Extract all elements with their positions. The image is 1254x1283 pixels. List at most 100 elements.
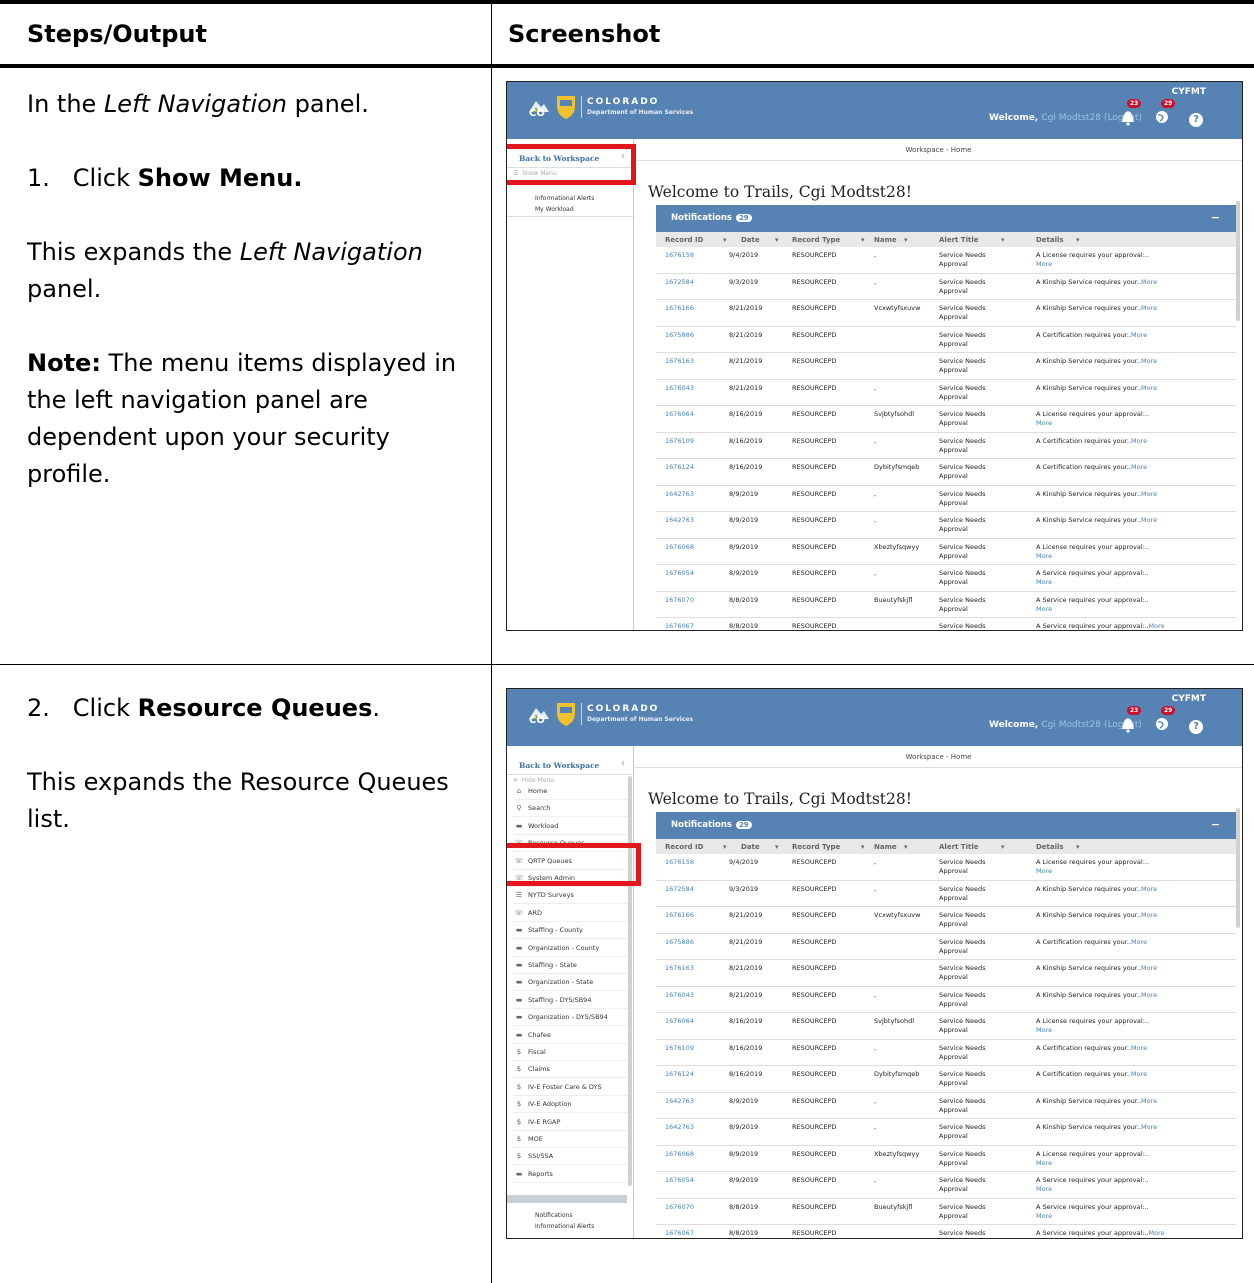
menu-item-iv-e-foster-care-dys[interactable]: $ IV-E Foster Care & DYS [513,1079,629,1096]
table-row[interactable]: 1642763 8/9/2019 RESOURCEPD, Service Needs A… [656,512,1236,539]
bell-icon[interactable] [1121,110,1135,126]
table-row[interactable]: 1676068 8/9/2019 RESOURCEPD Xbeztyfsqwyy Ser… [656,1146,1236,1172]
more-link[interactable]: More [1131,331,1147,339]
record-id-link[interactable]: 1642763 [665,1097,694,1105]
record-id-link[interactable]: 1676070 [665,1203,694,1211]
record-id-link[interactable]: 1676068 [665,1150,694,1158]
record-id-link[interactable]: 1676054 [665,1176,694,1184]
record-id-link[interactable]: 1676067 [665,1229,694,1237]
more-link[interactable]: More [1141,885,1157,893]
column-header[interactable]: Record Type [792,236,840,244]
back-to-workspace-link[interactable]: Back to Workspace [519,761,599,770]
menu-item-ard[interactable]: ☏ ARD [513,905,629,922]
globe-icon[interactable] [1155,110,1169,124]
filter-icon[interactable]: ▾ [775,236,779,244]
notifications-panel-header[interactable]: Notifications 29 − [656,812,1236,839]
notifications-link[interactable]: Notifications [535,1212,573,1219]
table-row[interactable]: 1676068 8/9/2019 RESOURCEPD Xbeztyfsqwyy Ser… [656,539,1236,565]
table-row[interactable]: 1676109 8/16/2019 RESOURCEPD, Service Needs… [656,433,1236,459]
chevron-left-icon[interactable]: ‹ [621,758,625,769]
record-id-link[interactable]: 1675886 [665,938,694,946]
my-workload-link[interactable]: My Workload [535,206,574,213]
more-link[interactable]: More [1131,437,1147,445]
column-header[interactable]: Alert Title [939,236,978,244]
menu-item-iv-e-adoption[interactable]: $ IV-E Adoption [513,1096,629,1114]
more-link[interactable]: More [1141,357,1157,365]
column-header[interactable]: Record ID [665,843,703,851]
globe-icon[interactable] [1155,717,1169,731]
column-header[interactable]: Name [874,843,897,851]
menu-item-fiscal[interactable]: $ Fiscal [513,1044,629,1061]
table-row[interactable]: 1676124 8/16/2019 RESOURCEPD Dybityfsmqeb Se… [656,459,1236,486]
table-row[interactable]: 1672584 9/3/2019 RESOURCEPD, Service Needs A… [656,274,1236,300]
user-name[interactable]: Cgi Modtst28 [1041,720,1101,730]
table-row[interactable]: 1676067 8/8/2019 RESOURCEPD Service Needs A … [656,1225,1236,1238]
table-row[interactable]: 1676054 8/9/2019 RESOURCEPD, Service Needs A… [656,565,1236,592]
column-header[interactable]: Date [741,236,760,244]
record-id-link[interactable]: 1676109 [665,1044,694,1052]
record-id-link[interactable]: 1676124 [665,463,694,471]
notifications-panel-header[interactable]: Notifications 29 − [656,205,1236,232]
more-link[interactable]: More [1036,578,1052,586]
menu-item-organization-county[interactable]: ▬ Organization - County [513,940,629,957]
informational-alerts-link[interactable]: Informational Alerts [535,1223,594,1230]
filter-icon[interactable]: ▾ [723,236,727,244]
table-row[interactable]: 1672584 9/3/2019 RESOURCEPD, Service Needs A… [656,881,1236,907]
menu-item-staffing-state[interactable]: ▬ Staffing - State [513,957,629,974]
filter-icon[interactable]: ▾ [1076,236,1080,244]
menu-item-search[interactable]: ⚲ Search [513,800,629,818]
scrollbar[interactable] [1236,201,1240,321]
filter-icon[interactable]: ▾ [1076,843,1080,851]
record-id-link[interactable]: 1676158 [665,858,694,866]
more-link[interactable]: More [1036,552,1052,560]
record-id-link[interactable]: 1676163 [665,964,694,972]
record-id-link[interactable]: 1676064 [665,410,694,418]
more-link[interactable]: More [1141,964,1157,972]
table-row[interactable]: 1675886 8/21/2019 RESOURCEPD Service Needs A… [656,327,1236,353]
table-row[interactable]: 1676064 8/16/2019 RESOURCEPD Svjbtyfsohdl Se… [656,1013,1236,1040]
table-row[interactable]: 1676124 8/16/2019 RESOURCEPD Dybityfsmqeb Se… [656,1066,1236,1093]
more-link[interactable]: More [1141,1097,1157,1105]
record-id-link[interactable]: 1676043 [665,384,694,392]
record-id-link[interactable]: 1676054 [665,569,694,577]
more-link[interactable]: More [1131,1044,1147,1052]
menu-item-workload[interactable]: ▬ Workload [513,818,629,835]
more-link[interactable]: More [1141,490,1157,498]
menu-item-reports[interactable]: ▬ Reports [513,1166,629,1183]
table-row[interactable]: 1676054 8/9/2019 RESOURCEPD, Service Needs A… [656,1172,1236,1199]
record-id-link[interactable]: 1676070 [665,596,694,604]
more-link[interactable]: More [1036,260,1052,268]
filter-icon[interactable]: ▾ [861,843,865,851]
column-header[interactable]: Date [741,843,760,851]
record-id-link[interactable]: 1676067 [665,622,694,630]
table-row[interactable]: 1676166 8/21/2019 RESOURCEPD Vcxwtyfsxuvw Se… [656,907,1236,934]
filter-icon[interactable]: ▾ [723,843,727,851]
table-row[interactable]: 1676163 8/21/2019 RESOURCEPD Service Needs A… [656,353,1236,380]
menu-item-moe[interactable]: $ MOE [513,1131,629,1148]
more-link[interactable]: More [1036,867,1052,875]
menu-item-chafee[interactable]: ▬ Chafee [513,1027,629,1044]
table-row[interactable]: 1676067 8/8/2019 RESOURCEPD Service Needs A … [656,618,1236,630]
table-row[interactable]: 1642763 8/9/2019 RESOURCEPD, Service Needs A… [656,1093,1236,1119]
more-link[interactable]: More [1141,991,1157,999]
menu-item-staffing-dys-sb94[interactable]: ▬ Staffing - DYS/SB94 [513,992,629,1009]
more-link[interactable]: More [1131,463,1147,471]
help-icon[interactable]: ? [1189,113,1203,127]
filter-icon[interactable]: ▾ [775,843,779,851]
record-id-link[interactable]: 1675886 [665,331,694,339]
table-row[interactable]: 1676070 8/8/2019 RESOURCEPD Bueutyfskjfl Ser… [656,592,1236,618]
column-header[interactable]: Record ID [665,236,703,244]
more-link[interactable]: More [1036,1212,1052,1220]
table-row[interactable]: 1676163 8/21/2019 RESOURCEPD Service Needs A… [656,960,1236,987]
column-header[interactable]: Details [1036,843,1064,851]
menu-item-iv-e-rgap[interactable]: $ IV-E RGAP [513,1114,629,1131]
table-row[interactable]: 1676166 8/21/2019 RESOURCEPD Vcxwtyfsxuvw Se… [656,300,1236,327]
bell-icon[interactable] [1121,717,1135,733]
more-link[interactable]: More [1131,938,1147,946]
more-link[interactable]: More [1036,605,1052,613]
table-row[interactable]: 1676070 8/8/2019 RESOURCEPD Bueutyfskjfl Ser… [656,1199,1236,1225]
table-row[interactable]: 1676043 8/21/2019 RESOURCEPD, Service Needs… [656,987,1236,1013]
more-link[interactable]: More [1149,622,1165,630]
more-link[interactable]: More [1036,1026,1052,1034]
more-link[interactable]: More [1036,1159,1052,1167]
